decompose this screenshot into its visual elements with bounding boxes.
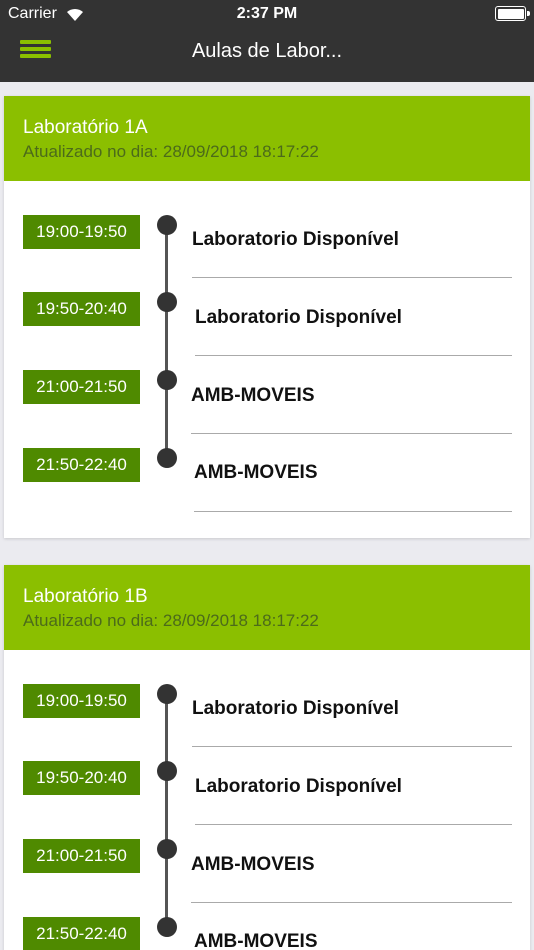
time-badge: 19:00-19:50 [23, 684, 140, 718]
updated-timestamp: Atualizado no dia: 28/09/2018 18:17:22 [23, 611, 319, 630]
divider [195, 355, 512, 356]
lab-name: Laboratório 1A [23, 117, 148, 138]
timeline-line [165, 695, 168, 935]
time-badge: 21:50-22:40 [23, 917, 140, 950]
class-label: Laboratorio Disponível [195, 776, 402, 797]
timeline-dot [157, 917, 177, 937]
class-label: Laboratorio Disponível [192, 229, 399, 250]
lab-name: Laboratório 1B [23, 586, 148, 607]
battery-icon [495, 6, 530, 21]
lab-card-1a: Laboratório 1A Atualizado no dia: 28/09/… [4, 96, 530, 538]
divider [191, 902, 512, 903]
status-time: 2:37 PM [236, 5, 298, 22]
lab-card-1b: Laboratório 1B Atualizado no dia: 28/09/… [4, 565, 530, 950]
lab-card-header: Laboratório 1A Atualizado no dia: 28/09/… [4, 96, 530, 181]
time-badge: 21:00-21:50 [23, 370, 140, 404]
class-label: AMB-MOVEIS [194, 931, 318, 950]
page-title: Aulas de Labor... [191, 40, 343, 62]
class-label: AMB-MOVEIS [191, 385, 315, 406]
time-badge: 19:50-20:40 [23, 292, 140, 326]
divider [194, 511, 512, 512]
timeline-dot [157, 761, 177, 781]
timeline-dot [157, 684, 177, 704]
time-badge: 19:50-20:40 [23, 761, 140, 795]
class-label: AMB-MOVEIS [191, 854, 315, 875]
top-bar: Carrier 2:37 PM Aulas de Labor... [0, 0, 534, 82]
status-bar: Carrier 2:37 PM [0, 0, 534, 28]
class-label: Laboratorio Disponível [192, 698, 399, 719]
timeline-line [165, 226, 168, 458]
timeline-dot [157, 292, 177, 312]
class-label: AMB-MOVEIS [194, 462, 318, 483]
timeline-dot [157, 215, 177, 235]
timeline-dot [157, 448, 177, 468]
divider [195, 824, 512, 825]
divider [192, 746, 512, 747]
lab-card-header: Laboratório 1B Atualizado no dia: 28/09/… [4, 565, 530, 650]
updated-timestamp: Atualizado no dia: 28/09/2018 18:17:22 [23, 142, 319, 161]
time-badge: 21:50-22:40 [23, 448, 140, 482]
timeline-dot [157, 370, 177, 390]
time-badge: 21:00-21:50 [23, 839, 140, 873]
timeline-dot [157, 839, 177, 859]
divider [191, 433, 512, 434]
time-badge: 19:00-19:50 [23, 215, 140, 249]
class-label: Laboratorio Disponível [195, 307, 402, 328]
divider [192, 277, 512, 278]
